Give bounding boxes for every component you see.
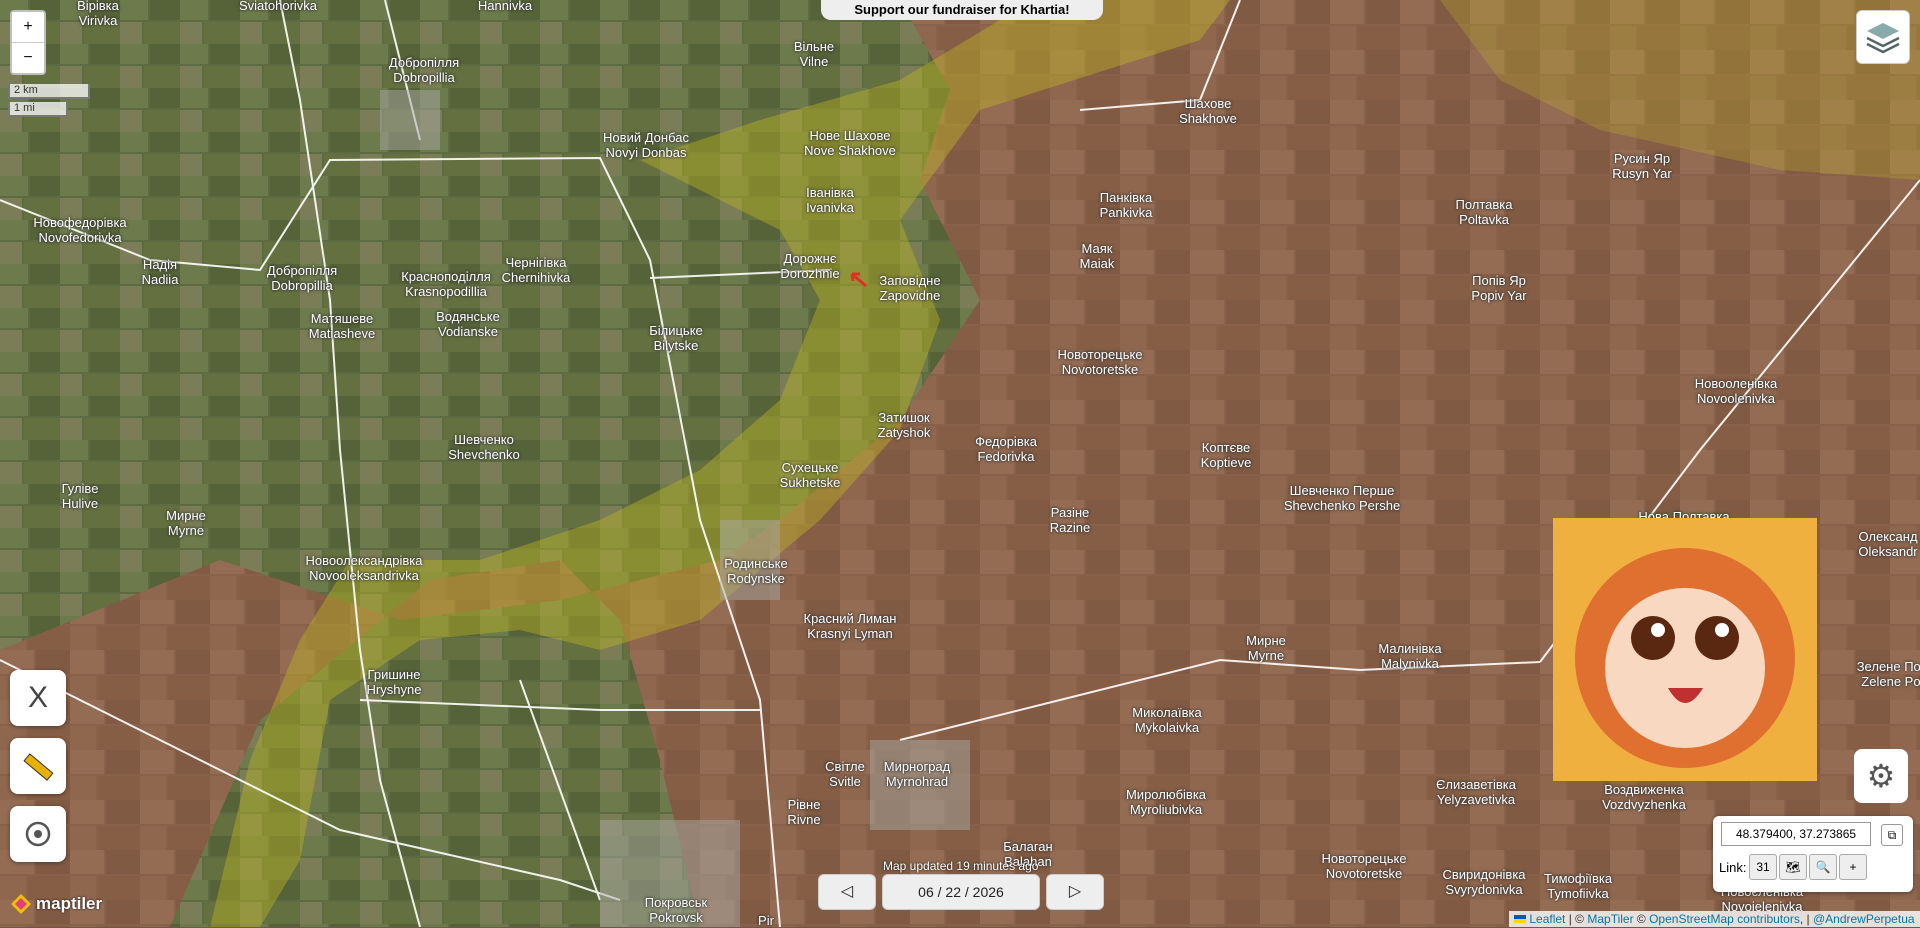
place-label: Полтавка Poltavka (1455, 197, 1513, 227)
coordinates-input[interactable] (1721, 822, 1871, 846)
place-label: Шевченко Перше Shevchenko Pershe (1283, 483, 1401, 513)
target-icon (25, 821, 51, 847)
ruler-button[interactable] (10, 738, 66, 794)
coordinates-panel: ⧉ Link: 31 🗺 🔍 + (1713, 816, 1913, 892)
place-label: Новоторецьке Novotoretske (1321, 851, 1407, 881)
place-label: Покровськ Pokrovsk (644, 895, 708, 925)
place-label: Вірівка Virivka (77, 0, 119, 28)
maptiler-wordmark: maptiler (36, 894, 103, 913)
plus-icon[interactable]: + (1839, 854, 1867, 880)
place-label: Олександ Oleksandr (1858, 529, 1918, 559)
place-label: Мирне Myrne (166, 508, 206, 538)
place-label: Мирне Myrne (1246, 633, 1286, 663)
place-label: Гришине Hryshyne (366, 667, 422, 697)
place-label: Добропілля Dobropillia (388, 55, 460, 85)
settings-button[interactable]: ⚙ (1854, 749, 1908, 803)
leaflet-link[interactable]: Leaflet (1529, 912, 1565, 926)
search-icon[interactable]: 🔍 (1809, 854, 1837, 880)
place-label: Водянське Vodianske (436, 309, 500, 339)
place-label: Попів Яр Popiv Yar (1471, 273, 1527, 303)
place-label: Коптєве Koptieve (1200, 440, 1252, 470)
place-label: Новооленівка Novoolenivka (1694, 376, 1778, 406)
maptiler-link[interactable]: MapTiler (1587, 912, 1633, 926)
place-label: Світле Svitle (825, 759, 865, 789)
place-label: Білицьке Bilytske (649, 323, 703, 353)
place-label: Єлизаветівка Yelyzavetivka (1436, 777, 1516, 807)
place-label: Свиридонівка Svyrydonivka (1442, 867, 1526, 897)
x-share-button[interactable]: X (10, 670, 66, 726)
ukraine-flag-icon (1514, 915, 1526, 923)
prev-date-button[interactable]: ◁ (818, 874, 876, 910)
gear-icon: ⚙ (1866, 758, 1896, 794)
calendar-icon[interactable]: 31 (1749, 854, 1777, 880)
map-updated-text: Map updated 19 minutes ago (883, 859, 1039, 873)
attribution-sep: | © (1565, 912, 1588, 926)
attribution: Leaflet | © MapTiler © OpenStreetMap con… (1509, 911, 1920, 927)
place-label: Красноподілля Krasnopodillia (401, 269, 491, 299)
copy-coords-button[interactable]: ⧉ (1881, 824, 1903, 846)
zoom-in-button[interactable]: + (12, 12, 44, 43)
place-label: Шахове Shakhove (1179, 96, 1237, 126)
place-label: Сухецьке Sukhetske (779, 460, 841, 490)
map-icon[interactable]: 🗺 (1779, 854, 1807, 880)
next-date-button[interactable]: ▷ (1046, 874, 1104, 910)
place-label: Новоторецьке Novotoretske (1057, 347, 1143, 377)
place-label: Новофедорівка Novofedorivka (33, 215, 127, 245)
place-label: Дорожнє Dorozhnie (780, 251, 840, 281)
place-label: Панківка Pankivka (1099, 190, 1153, 220)
place-label: Родинське Rodynske (724, 556, 788, 586)
maptiler-logo[interactable]: maptiler (10, 893, 102, 915)
place-label: Матяшеве Matiasheve (308, 311, 376, 341)
place-label: Малинівка Malynivka (1378, 641, 1442, 671)
place-label: Гуліве Hulive (61, 481, 99, 511)
author-link[interactable]: @AndrewPerpetua (1813, 912, 1915, 926)
place-label: Новоолександрівка Novooleksandrivka (305, 553, 423, 583)
ruler-icon (23, 753, 54, 781)
place-label: Нове Шахове Nove Shakhove (804, 128, 896, 158)
mascot-cat-image (1553, 518, 1817, 781)
osm-link[interactable]: OpenStreetMap contributors (1649, 912, 1800, 926)
place-label: Миколаївка Mykolaivka (1132, 705, 1202, 735)
place-label: Надія Nadiia (141, 257, 179, 287)
scale-km: 2 km (8, 84, 90, 99)
place-label: Красний Лиман Krasnyi Lyman (803, 611, 897, 641)
layers-button[interactable] (1856, 10, 1910, 64)
place-label: Іванівка Ivanivka (806, 185, 854, 215)
place-label: Новий Донбас Novyi Donbas (603, 130, 689, 160)
date-input[interactable]: 06 / 22 / 2026 (882, 874, 1040, 910)
locate-button[interactable] (10, 806, 66, 862)
place-label: Разіне Razine (1049, 505, 1091, 535)
maptiler-icon (11, 894, 31, 914)
place-label: Заповідне Zapovidne (879, 273, 941, 303)
zoom-control: + − (10, 10, 46, 75)
fundraiser-banner[interactable]: Support our fundraiser for Khartia! (821, 0, 1103, 20)
place-label: Добропілля Dobropillia (266, 263, 338, 293)
place-label: Мирноград Myrnohrad (883, 759, 951, 789)
x-icon: X (27, 681, 48, 714)
timeline-control: ◁ 06 / 22 / 2026 ▷ (818, 874, 1104, 910)
place-label: Маяк Maiak (1079, 241, 1115, 271)
place-label: Sviatohorivka (238, 0, 318, 13)
place-label: Hannivka (477, 0, 533, 13)
attribution-copy: © (1633, 912, 1650, 926)
layers-icon (1866, 23, 1900, 54)
attribution-sep2: , | (1799, 912, 1813, 926)
place-label: Чернігівка Chernihivka (501, 255, 571, 285)
place-label: Зелене ПолеZelene Pole (1856, 659, 1920, 689)
link-label: Link: (1719, 860, 1747, 875)
place-label: Затишок Zatyshok (877, 410, 931, 440)
zoom-out-button[interactable]: − (12, 43, 44, 73)
place-label: Тимофіївка Tymofiivka (1543, 871, 1613, 901)
place-label: Вільне Vilne (793, 39, 835, 69)
place-label: Pir (758, 913, 774, 928)
place-label: Рівне Rivne (787, 797, 821, 827)
place-label: Федорівка Fedorivka (975, 434, 1037, 464)
place-label: Русин Яр Rusyn Yar (1612, 151, 1672, 181)
place-label: Воздвиженка Vozdvyzhenka (1602, 782, 1686, 812)
place-label: Шевченко Shevchenko (448, 432, 520, 462)
scale-mi: 1 mi (8, 102, 68, 117)
place-label: Миролюбівка Myroliubivka (1125, 787, 1207, 817)
